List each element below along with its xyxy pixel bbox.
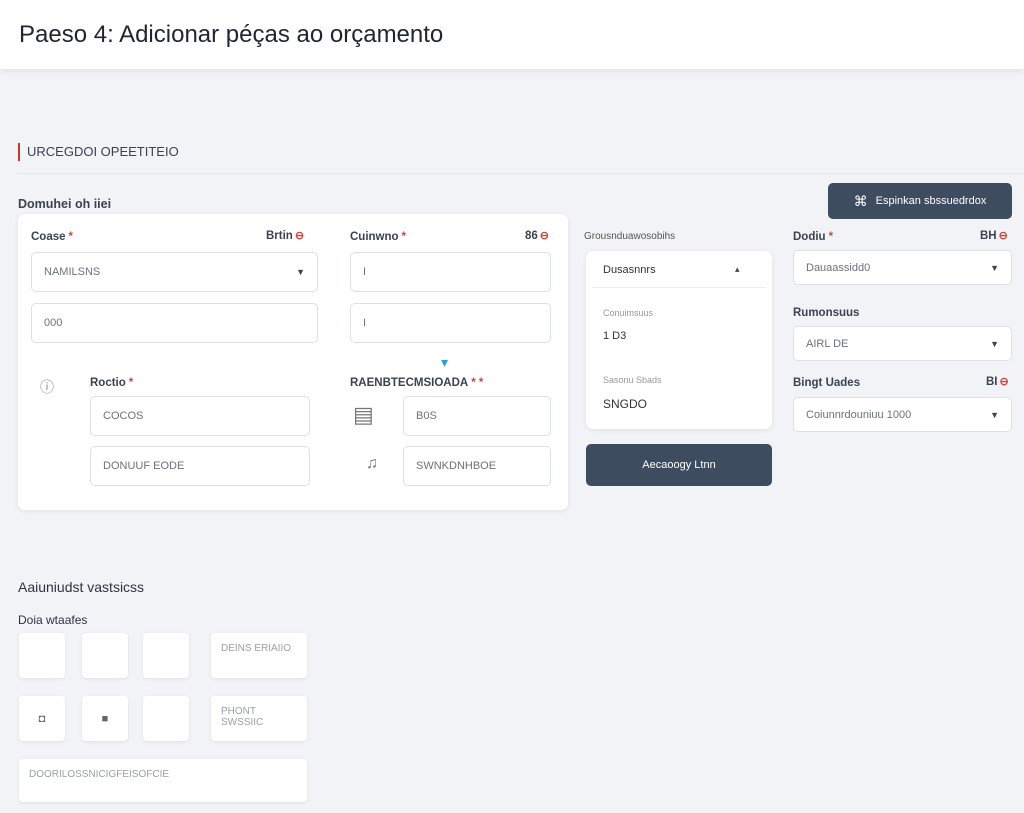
- divider: [18, 173, 1024, 174]
- rumonsuus-select-value: AIRL DE: [806, 337, 849, 350]
- person-icon: ♫: [366, 455, 378, 472]
- coase-input-value: 000: [44, 317, 63, 329]
- panel-select-value[interactable]: Dusasnnrs: [603, 264, 656, 276]
- coase-label: Coase *: [31, 231, 74, 243]
- dodiu-hint: BH ⊖: [980, 230, 1008, 242]
- coase-select-value: NAMILSNS: [44, 266, 101, 278]
- raenbte-input-2-value: SWNKDNHBOE: [416, 460, 497, 472]
- alert-icon: ⊖: [998, 230, 1008, 242]
- square-icon: ■: [101, 712, 109, 725]
- raenbte-input-2[interactable]: SWNKDNHBOE: [403, 446, 551, 486]
- cuinwno-input-1-value: I: [363, 266, 367, 278]
- bottom-title: Aaiuniudst vastsicss: [18, 579, 145, 595]
- roctio-input-2[interactable]: DONUUF EODE: [90, 446, 310, 486]
- roctio-input-1[interactable]: COCOS: [90, 396, 310, 436]
- option-box-3[interactable]: [143, 633, 189, 678]
- panel-divider: [592, 287, 766, 288]
- chevron-up-icon[interactable]: ▴: [735, 264, 740, 275]
- roctio-label: Roctio *: [90, 377, 134, 389]
- settings-icon: ⌘: [853, 192, 868, 209]
- bingt-label: Bingt Uades: [793, 377, 861, 389]
- coase-input[interactable]: 000: [31, 303, 318, 343]
- rumonsuus-select[interactable]: AIRL DE ▼: [793, 326, 1012, 361]
- option-text-box-1[interactable]: DEINS ERIAIIO: [211, 633, 307, 678]
- dodiu-select[interactable]: Dauaassidd0 ▼: [793, 250, 1012, 285]
- info-icon[interactable]: ⓘ: [40, 377, 54, 397]
- footer-text-box[interactable]: DOORILOSSNICIGFEISOFCIE: [19, 759, 307, 802]
- bingt-select[interactable]: Coiunnrdouniuu 1000 ▼: [793, 397, 1012, 432]
- calendar-icon[interactable]: ▤: [353, 402, 374, 428]
- option-box-2[interactable]: [82, 633, 128, 678]
- cuinwno-input-2[interactable]: I: [350, 303, 551, 343]
- page-title: Paeso 4: Adicionar péças ao orçamento: [19, 21, 444, 48]
- panel-value-2: SNGDO: [603, 397, 648, 411]
- raenbte-input-1-value: B0S: [416, 410, 437, 422]
- arrow-down-icon: ▾: [441, 354, 449, 370]
- option-text-box-2[interactable]: PHONT SWSSIIC: [211, 696, 307, 741]
- coase-hint: Brtin ⊖: [266, 230, 305, 242]
- dodiu-select-value: Dauaassidd0: [806, 261, 871, 274]
- panel-subtitle-2: Sasonu Sbads: [603, 375, 662, 385]
- panel-subtitle-1: Conuimsuus: [603, 308, 654, 318]
- cuinwno-input-2-value: I: [363, 317, 367, 329]
- chevron-down-icon: ▼: [990, 409, 999, 420]
- roctio-input-2-value: DONUUF EODE: [103, 460, 185, 472]
- top-action-button[interactable]: ⌘ Espinkan sbssuedrdox: [828, 183, 1012, 219]
- alert-icon: ⊖: [294, 230, 305, 242]
- bingt-select-value: Coiunnrdouniuu 1000: [806, 408, 912, 421]
- dodiu-label: Dodiu *: [793, 231, 834, 243]
- group-label: Domuhei oh iiei: [18, 197, 112, 211]
- raenbte-label: RAENBTECMSIOADA * *: [350, 377, 484, 389]
- cuinwno-hint: 86 ⊖: [525, 230, 550, 242]
- chevron-down-icon: ▼: [990, 262, 999, 273]
- rumonsuus-label: Rumonsuus: [793, 307, 860, 319]
- panel-value-1: 1 D3: [603, 330, 627, 342]
- cuinwno-input-1[interactable]: I: [350, 252, 551, 292]
- chevron-down-icon: ▼: [296, 267, 305, 277]
- option-box-6[interactable]: [143, 696, 189, 741]
- chevron-down-icon: ▼: [990, 338, 999, 349]
- top-action-label: Espinkan sbssuedrdox: [875, 195, 987, 207]
- section-heading: URCEGDOI OPEETITEIO: [18, 143, 179, 161]
- bottom-subtitle: Doia wtaafes: [18, 613, 88, 627]
- cuinwno-label: Cuinwno *: [350, 231, 407, 243]
- option-box-5[interactable]: ■: [82, 696, 128, 741]
- panel-action-button[interactable]: Aecaoogy Ltnn: [586, 444, 772, 486]
- option-box-1[interactable]: [19, 633, 65, 678]
- alert-icon: ⊖: [999, 376, 1009, 388]
- panel-header: Grousnduawosobihs: [584, 231, 676, 242]
- raenbte-input-1[interactable]: B0S: [403, 396, 551, 436]
- alert-icon: ⊖: [539, 230, 550, 242]
- image-icon: ◘: [38, 712, 46, 725]
- option-box-4[interactable]: ◘: [19, 696, 65, 741]
- bingt-hint: BI ⊖: [986, 376, 1009, 388]
- coase-select[interactable]: NAMILSNS ▼: [31, 252, 318, 292]
- roctio-input-1-value: COCOS: [103, 410, 144, 422]
